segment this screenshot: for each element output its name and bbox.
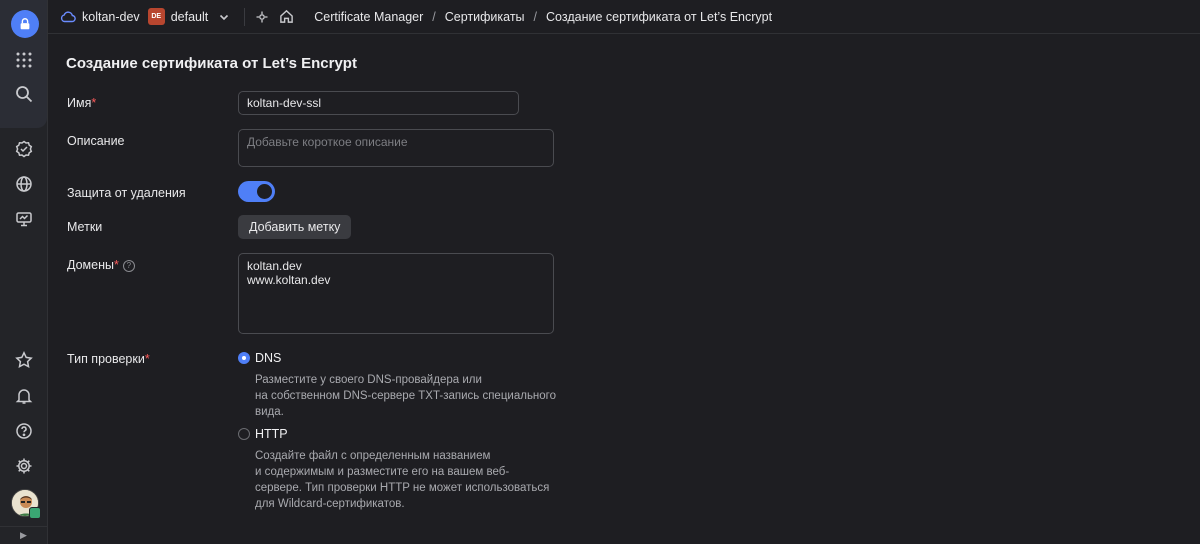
main-content: Создание сертификата от Let’s Encrypt Им… xyxy=(48,35,1200,544)
certificate-manager-icon[interactable] xyxy=(12,137,36,161)
chevron-down-icon[interactable] xyxy=(218,11,230,23)
page-title: Создание сертификата от Let’s Encrypt xyxy=(66,55,357,72)
description-textarea[interactable] xyxy=(238,129,554,167)
http-description: Создайте файл с определенным названием и… xyxy=(255,450,550,510)
divider xyxy=(244,7,246,26)
share-icon[interactable] xyxy=(255,10,269,24)
check-type-label: Тип проверки* xyxy=(67,352,150,366)
breadcrumb-separator: / xyxy=(432,9,436,24)
toggle-knob xyxy=(257,184,272,199)
top-bar: koltan-dev DE default Certificate Manage… xyxy=(48,0,1200,34)
dns-radio[interactable] xyxy=(238,352,250,364)
globe-icon[interactable] xyxy=(12,172,36,196)
lock-icon xyxy=(20,18,30,30)
search-icon[interactable] xyxy=(12,82,36,106)
bell-icon[interactable] xyxy=(12,384,36,408)
monitoring-icon[interactable] xyxy=(12,207,36,231)
labels-label: Метки xyxy=(67,220,103,234)
name-input[interactable] xyxy=(238,91,519,115)
left-sidebar: ▶ xyxy=(0,0,48,544)
http-radio-label[interactable]: HTTP xyxy=(255,427,288,441)
dns-radio-label[interactable]: DNS xyxy=(255,351,281,365)
gear-icon[interactable] xyxy=(12,454,36,478)
star-icon[interactable] xyxy=(12,348,36,372)
breadcrumb-certificate-manager[interactable]: Certificate Manager xyxy=(314,10,423,24)
collapse-sidebar-icon[interactable]: ▶ xyxy=(0,526,47,544)
domains-label: Домены*? xyxy=(67,258,135,272)
breadcrumb-certificates[interactable]: Сертификаты xyxy=(445,10,525,24)
avatar-status-badge xyxy=(29,507,41,519)
name-label: Имя* xyxy=(67,96,97,110)
domains-textarea[interactable] xyxy=(238,253,554,334)
folder-badge: DE xyxy=(147,8,165,25)
help-icon[interactable] xyxy=(12,419,36,443)
cloud-icon xyxy=(60,9,76,25)
dns-description: Разместите у своего DNS-провайдера или н… xyxy=(255,374,557,418)
http-radio[interactable] xyxy=(238,428,250,440)
description-label: Описание xyxy=(67,134,125,148)
add-label-button[interactable]: Добавить метку xyxy=(238,215,352,239)
domains-help-icon[interactable]: ? xyxy=(122,259,135,272)
breadcrumb-separator: / xyxy=(533,9,538,24)
deletion-protection-toggle[interactable] xyxy=(238,181,275,202)
services-grid-icon[interactable] xyxy=(12,48,36,72)
cloud-logo-button[interactable] xyxy=(11,10,39,38)
folder-name[interactable]: default xyxy=(171,10,209,24)
home-icon[interactable] xyxy=(279,9,294,24)
breadcrumb-current: Создание сертификата от Let’s Encrypt xyxy=(546,9,773,24)
cloud-name[interactable]: koltan-dev xyxy=(82,10,140,24)
deletion-protection-label: Защита от удаления xyxy=(67,186,186,200)
